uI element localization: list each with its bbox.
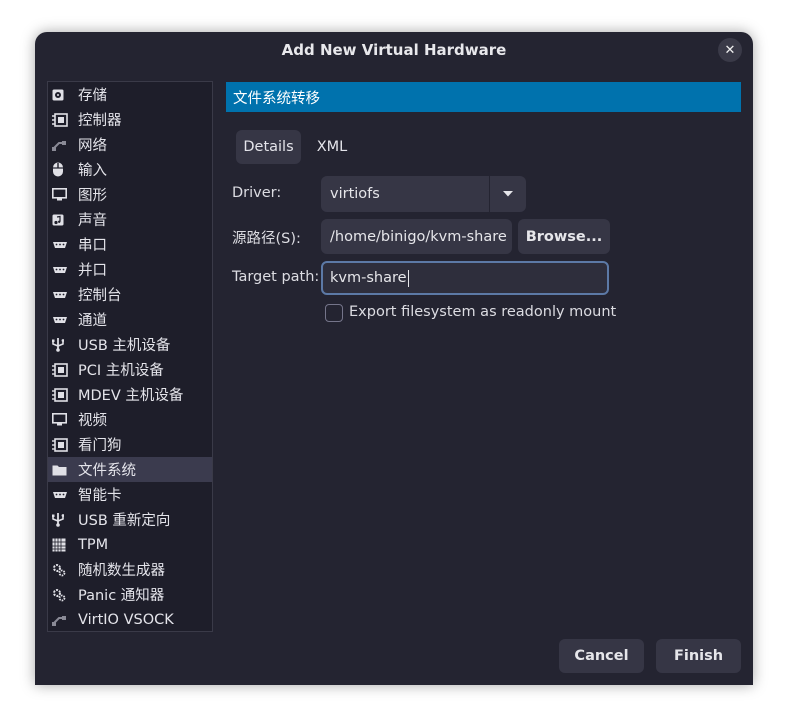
channel-port-icon: [48, 316, 78, 324]
target-path-label: Target path:: [232, 269, 320, 285]
sidebar-item-label: 声音: [78, 213, 107, 229]
panic-gear-icon: [48, 588, 78, 602]
sidebar-item-label: VirtIO VSOCK: [78, 611, 174, 628]
driver-value: virtiofs: [330, 186, 380, 202]
display-monitor-icon: [48, 188, 78, 201]
sidebar-item-pci-host[interactable]: PCI 主机设备: [48, 357, 212, 382]
sidebar-item-parallel[interactable]: 并口: [48, 257, 212, 282]
text-caret: [407, 269, 409, 287]
tab-xml[interactable]: XML: [308, 130, 356, 164]
sidebar-item-network[interactable]: 网络: [48, 132, 212, 157]
close-icon: ✕: [724, 42, 736, 58]
folder-icon: [48, 464, 78, 476]
cancel-button[interactable]: Cancel: [559, 639, 644, 673]
sidebar-item-label: 并口: [78, 263, 107, 279]
sidebar-item-controller[interactable]: 控制器: [48, 107, 212, 132]
sidebar-item-label: 存储: [78, 88, 107, 104]
sidebar-item-label: 智能卡: [78, 488, 122, 504]
serial-port-icon: [48, 241, 78, 249]
sidebar-item-storage[interactable]: 存储: [48, 82, 212, 107]
source-path-field[interactable]: /home/binigo/kvm-share: [321, 219, 512, 254]
close-button[interactable]: ✕: [718, 38, 742, 62]
driver-dropdown[interactable]: virtiofs: [321, 176, 526, 212]
sidebar-item-label: USB 主机设备: [78, 338, 171, 354]
readonly-checkbox-label[interactable]: Export filesystem as readonly mount: [349, 304, 616, 320]
parallel-port-icon: [48, 266, 78, 274]
sidebar-item-vsock[interactable]: VirtIO VSOCK: [48, 607, 212, 631]
sidebar-item-label: Panic 通知器: [78, 588, 165, 604]
sidebar-item-input[interactable]: 输入: [48, 157, 212, 182]
sidebar-item-label: USB 重新定向: [78, 513, 171, 529]
sidebar-item-label: 网络: [78, 138, 107, 154]
usb-redirect-icon: [48, 512, 78, 527]
mdev-chip-icon: [48, 387, 78, 402]
sidebar-item-smartcard[interactable]: 智能卡: [48, 482, 212, 507]
sidebar-item-usb-host[interactable]: USB 主机设备: [48, 332, 212, 357]
sidebar-item-label: TPM: [78, 536, 109, 553]
dialog-window: Add New Virtual Hardware ✕ 存储 控制器 网络 输入 …: [35, 32, 753, 685]
sidebar-item-label: 通道: [78, 313, 107, 329]
hardware-type-list: 存储 控制器 网络 输入 图形 声音 串口 并口 控制台 通道 USB 主机设备…: [47, 81, 213, 632]
watchdog-chip-icon: [48, 437, 78, 452]
console-port-icon: [48, 291, 78, 299]
sidebar-item-label: 视频: [78, 413, 107, 429]
storage-disk-icon: [48, 89, 78, 101]
sidebar-item-label: 图形: [78, 188, 107, 204]
video-monitor-icon: [48, 413, 78, 426]
finish-button[interactable]: Finish: [656, 639, 741, 673]
sidebar-item-label: 输入: [78, 163, 107, 179]
titlebar: Add New Virtual Hardware ✕: [35, 32, 753, 68]
network-icon: [48, 139, 78, 151]
dialog-title: Add New Virtual Hardware: [281, 41, 507, 59]
target-path-input[interactable]: kvm-share: [321, 261, 609, 295]
sidebar-item-label: 控制台: [78, 288, 122, 304]
sidebar-item-rng[interactable]: 随机数生成器: [48, 557, 212, 582]
driver-label: Driver:: [232, 185, 282, 201]
sidebar-item-graphics[interactable]: 图形: [48, 182, 212, 207]
sidebar-item-filesystem[interactable]: 文件系统: [48, 457, 212, 482]
vsock-network-icon: [48, 614, 78, 626]
sound-icon: [48, 214, 78, 226]
readonly-checkbox[interactable]: [325, 304, 343, 322]
tab-details[interactable]: Details: [236, 130, 301, 164]
usb-icon: [48, 337, 78, 352]
section-header: 文件系统转移: [226, 82, 741, 112]
browse-button[interactable]: Browse...: [518, 219, 610, 254]
source-path-label: 源路径(S):: [232, 231, 301, 247]
sidebar-item-serial[interactable]: 串口: [48, 232, 212, 257]
sidebar-item-channel[interactable]: 通道: [48, 307, 212, 332]
sidebar-item-console[interactable]: 控制台: [48, 282, 212, 307]
sidebar-item-video[interactable]: 视频: [48, 407, 212, 432]
sidebar-item-label: MDEV 主机设备: [78, 388, 184, 404]
target-path-value: kvm-share: [330, 270, 407, 286]
sidebar-item-label: 控制器: [78, 113, 122, 129]
rng-gear-icon: [48, 563, 78, 577]
tpm-chip-icon: [48, 537, 78, 552]
sidebar-item-watchdog[interactable]: 看门狗: [48, 432, 212, 457]
smartcard-icon: [48, 491, 78, 499]
sidebar-item-label: 随机数生成器: [78, 563, 165, 579]
sidebar-item-mdev-host[interactable]: MDEV 主机设备: [48, 382, 212, 407]
chevron-down-icon: [490, 191, 526, 197]
sidebar-item-sound[interactable]: 声音: [48, 207, 212, 232]
controller-chip-icon: [48, 112, 78, 127]
mouse-icon: [48, 162, 78, 177]
sidebar-item-label: 文件系统: [78, 463, 136, 479]
sidebar-item-label: 串口: [78, 238, 107, 254]
sidebar-item-panic[interactable]: Panic 通知器: [48, 582, 212, 607]
sidebar-item-tpm[interactable]: TPM: [48, 532, 212, 557]
sidebar-item-label: PCI 主机设备: [78, 363, 164, 379]
pci-chip-icon: [48, 362, 78, 377]
sidebar-item-usb-redirect[interactable]: USB 重新定向: [48, 507, 212, 532]
sidebar-item-label: 看门狗: [78, 438, 122, 454]
